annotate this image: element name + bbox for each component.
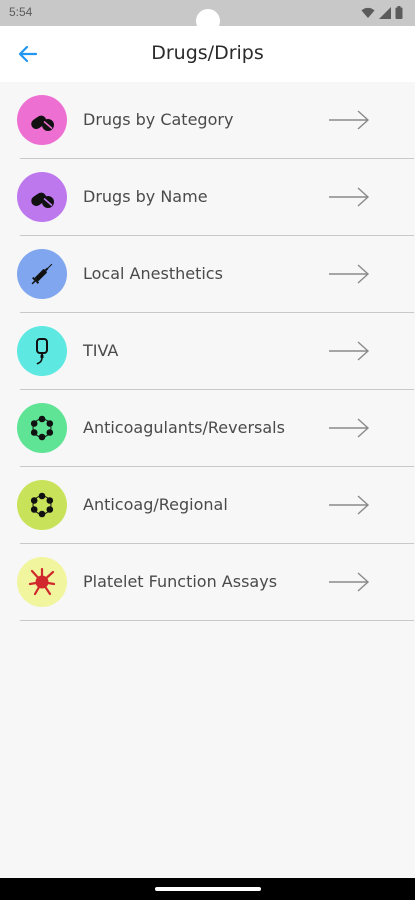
menu-item-drugs-by-name[interactable]: Drugs by Name xyxy=(0,159,415,236)
molecule-icon xyxy=(30,492,54,518)
menu-list: Drugs by Category Drugs by Name Local An… xyxy=(0,82,415,621)
status-bar: 5:54 xyxy=(0,0,415,33)
icon-circle xyxy=(17,480,67,530)
arrow-right-icon xyxy=(329,418,370,438)
status-time: 5:54 xyxy=(9,5,33,19)
icon-circle xyxy=(17,249,67,299)
menu-item-local-anesthetics[interactable]: Local Anesthetics xyxy=(0,236,415,313)
menu-item-label: Anticoag/Regional xyxy=(83,495,228,514)
arrow-right-icon xyxy=(329,110,370,130)
icon-circle xyxy=(17,95,67,145)
menu-item-label: Drugs by Name xyxy=(83,187,208,206)
menu-item-anticoag-regional[interactable]: Anticoag/Regional xyxy=(0,467,415,544)
menu-item-label: Anticoagulants/Reversals xyxy=(83,418,285,437)
arrow-right-icon xyxy=(329,264,370,284)
pill-icon xyxy=(31,192,54,208)
icon-circle xyxy=(17,326,67,376)
icon-circle xyxy=(17,172,67,222)
navigation-bar xyxy=(0,878,415,900)
menu-item-label: Platelet Function Assays xyxy=(83,572,278,591)
menu-item-tiva[interactable]: TIVA xyxy=(0,313,415,390)
menu-item-label: Local Anesthetics xyxy=(83,264,223,283)
wifi-icon xyxy=(361,7,375,18)
pill-icon xyxy=(31,115,54,131)
battery-icon xyxy=(395,6,403,19)
arrow-right-icon xyxy=(329,341,370,361)
icon-circle xyxy=(17,557,67,607)
arrow-right-icon xyxy=(329,495,370,515)
icon-circle xyxy=(17,403,67,453)
divider xyxy=(20,619,414,621)
menu-item-label: TIVA xyxy=(83,341,119,360)
page-title: Drugs/Drips xyxy=(151,42,264,64)
signal-icon xyxy=(379,7,391,19)
arrow-right-icon xyxy=(329,572,370,592)
menu-item-platelet-function-assays[interactable]: Platelet Function Assays xyxy=(0,544,415,621)
molecule-icon xyxy=(30,415,54,441)
syringe-icon xyxy=(31,263,53,285)
iv-bag-icon xyxy=(36,338,48,365)
menu-item-anticoagulants-reversals[interactable]: Anticoagulants/Reversals xyxy=(0,390,415,467)
home-indicator[interactable] xyxy=(155,887,261,891)
arrow-right-icon xyxy=(329,187,370,207)
app-bar: Drugs/Drips xyxy=(0,26,415,82)
platelet-icon xyxy=(28,567,56,596)
menu-item-drugs-by-category[interactable]: Drugs by Category xyxy=(0,82,415,159)
menu-item-label: Drugs by Category xyxy=(83,110,234,129)
status-icons xyxy=(361,6,403,19)
